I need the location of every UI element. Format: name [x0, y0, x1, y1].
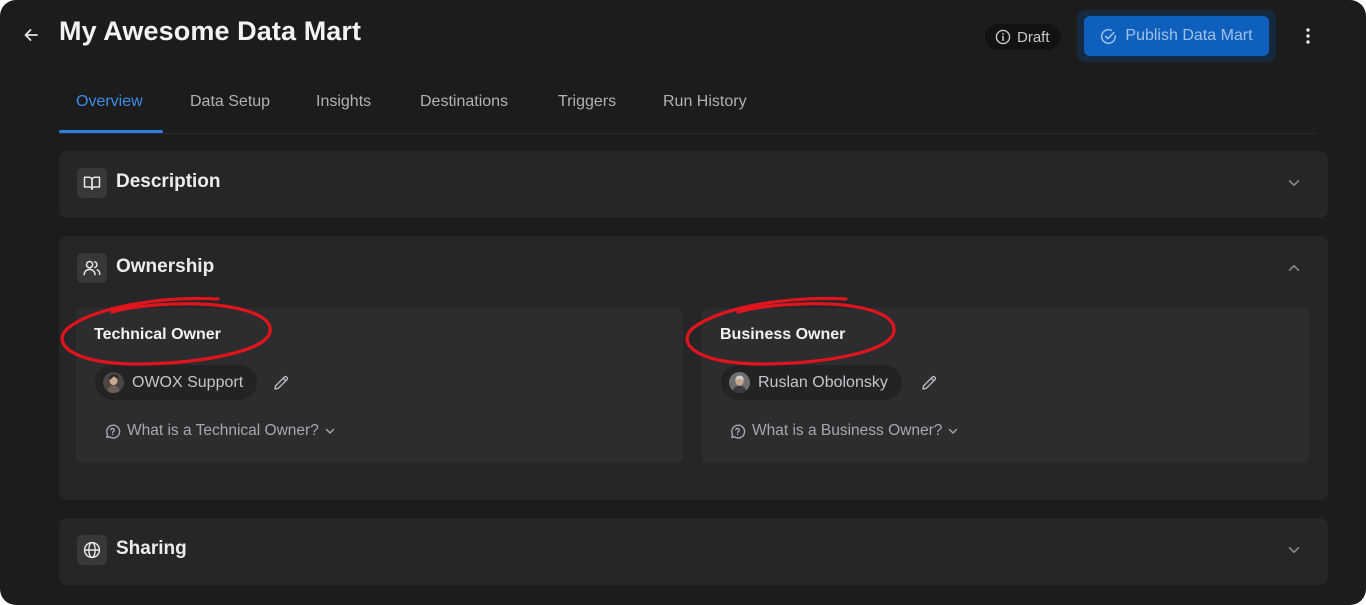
pencil-icon [922, 375, 937, 390]
description-header[interactable]: Description [59, 151, 1328, 215]
sharing-header[interactable]: Sharing [59, 518, 1328, 582]
chevron-down-icon [1286, 175, 1302, 191]
technical-owner-chip[interactable]: OWOX Support [95, 365, 258, 400]
description-title: Description [116, 171, 221, 192]
tab-overview[interactable]: Overview [76, 76, 143, 132]
tab-insights[interactable]: Insights [316, 76, 371, 132]
business-owner-help-text: What is a Business Owner? [752, 422, 943, 439]
users-icon [83, 260, 101, 276]
more-options-button[interactable] [1296, 24, 1320, 48]
status-badge: Draft [985, 24, 1061, 50]
back-button[interactable] [18, 22, 44, 48]
message-circle-question-icon [106, 424, 121, 439]
tab-run-history[interactable]: Run History [663, 76, 747, 132]
message-circle-question-icon [731, 424, 746, 439]
avatar [729, 372, 750, 393]
ownership-title: Ownership [116, 256, 215, 277]
tab-triggers[interactable]: Triggers [558, 76, 616, 132]
publish-button-focus-ring: Publish Data Mart [1077, 10, 1276, 62]
business-owner-panel: Business Owner Ruslan Obolonsky What is … [702, 308, 1309, 463]
ownership-header[interactable]: Ownership [59, 236, 1328, 300]
chevron-down-icon [949, 428, 958, 434]
edit-technical-owner-button[interactable] [270, 372, 292, 394]
arrow-left-icon [24, 29, 38, 41]
technical-owner-help-text: What is a Technical Owner? [127, 422, 319, 439]
ownership-icon-box [77, 253, 107, 283]
active-tab-indicator [59, 130, 163, 133]
business-owner-label: Business Owner [720, 326, 846, 343]
technical-owner-name: OWOX Support [132, 373, 244, 391]
pencil-icon [274, 375, 289, 390]
edit-business-owner-button[interactable] [918, 372, 940, 394]
technical-owner-help-link[interactable]: What is a Technical Owner? [104, 422, 335, 440]
globe-icon [83, 541, 101, 559]
kebab-menu-icon [1306, 28, 1310, 44]
ownership-card: Ownership Technical Owner OWOX Support W… [59, 236, 1328, 500]
technical-owner-panel: Technical Owner OWOX Support What is a T… [76, 308, 683, 463]
avatar [103, 372, 124, 393]
status-label: Draft [1017, 28, 1050, 46]
page-title: My Awesome Data Mart [59, 16, 362, 46]
publish-label: Publish Data Mart [1125, 27, 1253, 44]
business-owner-name: Ruslan Obolonsky [758, 373, 888, 391]
tab-destinations[interactable]: Destinations [420, 76, 508, 132]
chevron-up-icon [1286, 260, 1302, 276]
check-circle-icon [1101, 28, 1117, 44]
publish-data-mart-button[interactable]: Publish Data Mart [1084, 16, 1269, 56]
app-window: My Awesome Data Mart Draft Publish Data … [0, 0, 1366, 605]
tab-bar: Overview Data Setup Insights Destination… [59, 76, 1316, 134]
sharing-card: Sharing [59, 518, 1328, 585]
description-icon-box [77, 168, 107, 198]
book-open-icon [83, 176, 101, 190]
description-card: Description [59, 151, 1328, 218]
business-owner-chip[interactable]: Ruslan Obolonsky [721, 365, 902, 400]
sharing-title: Sharing [116, 538, 187, 559]
chevron-down-icon [1286, 542, 1302, 558]
tab-data-setup[interactable]: Data Setup [190, 76, 270, 132]
info-circle-icon [995, 29, 1011, 45]
technical-owner-label: Technical Owner [94, 326, 221, 343]
sharing-icon-box [77, 535, 107, 565]
chevron-down-icon [325, 428, 335, 434]
business-owner-help-link[interactable]: What is a Business Owner? [729, 422, 958, 440]
